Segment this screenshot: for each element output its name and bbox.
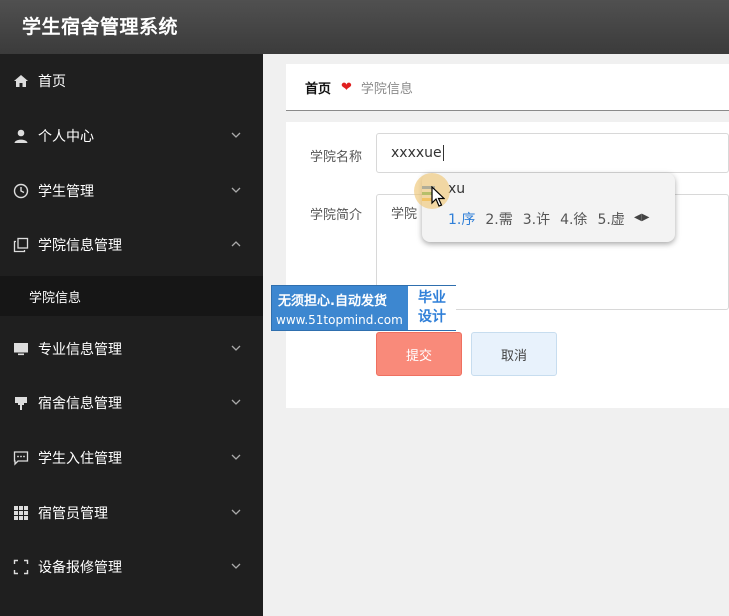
mouse-cursor-icon [431,186,445,207]
chevron-down-icon [231,187,241,193]
chevron-down-icon [231,399,241,405]
sidebar-item-dorm-managers[interactable]: 宿管员管理 [0,493,263,533]
pin-icon [12,394,30,412]
ime-candidate-list: 1.序 2.需 3.许 4.徐 5.虚 [448,209,625,229]
ime-candidate[interactable]: 3.许 [523,209,550,229]
top-header: 学生宿舍管理系统 [0,0,729,54]
user-icon [12,127,30,145]
cancel-button[interactable]: 取消 [471,332,557,376]
text-caret [442,145,444,161]
sidebar-item-students[interactable]: 学生管理 [0,171,263,211]
chat-icon [12,449,30,467]
chevron-down-icon [231,563,241,569]
sidebar-item-profile[interactable]: 个人中心 [0,116,263,156]
college-name-input[interactable]: xxxxue [376,133,729,173]
grid-icon [12,504,30,522]
sidebar-item-label: 学院信息管理 [38,238,122,254]
sidebar-item-label: 首页 [38,74,66,90]
monitor-icon [12,340,30,358]
sidebar-item-label: 宿管员管理 [38,506,108,522]
sidebar-item-dorm-info[interactable]: 宿舍信息管理 [0,383,263,423]
sidebar-item-home[interactable]: 首页 [0,61,263,101]
watermark-text: 无须担心.自动发货 [278,294,387,309]
fullscreen-icon [12,558,30,576]
ime-candidate[interactable]: 4.徐 [560,209,587,229]
sidebar-item-label: 宿舍信息管理 [38,396,122,412]
watermark-badge-line: 毕业 [418,290,446,306]
breadcrumb-home[interactable]: 首页 [305,78,331,97]
sidebar-item-major-info[interactable]: 专业信息管理 [0,329,263,369]
chevron-up-icon [231,241,241,247]
heart-icon: ❤ [341,79,352,95]
college-name-value: xxxxue [391,145,442,161]
college-intro-value: 学院 [391,207,418,222]
copy-icon [12,236,30,254]
college-name-label: 学院名称 [310,150,363,165]
sidebar-item-college-info[interactable]: 学院信息管理 [0,225,263,265]
ime-page-arrows-icon[interactable]: ◀▶ [634,212,649,223]
main-content: 首页 ❤ 学院信息 学院名称 xxxxue 学院简介 学院 提交 取消 [263,54,729,616]
ime-candidate[interactable]: 5.虚 [597,209,624,229]
chevron-down-icon [231,345,241,351]
breadcrumb-current: 学院信息 [360,81,413,97]
chevron-down-icon [231,509,241,515]
sidebar-subitem-college-info[interactable]: 学院信息 [0,276,263,316]
sidebar-item-label: 设备报修管理 [38,560,122,576]
sidebar-item-repairs[interactable]: 设备报修管理 [0,547,263,587]
submit-button[interactable]: 提交 [376,332,462,376]
sidebar-item-checkin[interactable]: 学生入住管理 [0,438,263,478]
ime-candidate-popup: xu 1.序 2.需 3.许 4.徐 5.虚 ◀▶ [422,173,675,242]
ime-candidate[interactable]: 2.需 [485,209,512,229]
sidebar-item-label: 学生管理 [38,184,94,200]
watermark-badge: 毕业 设计 [408,286,456,330]
college-form: 学院名称 xxxxue 学院简介 学院 提交 取消 [286,122,729,408]
chevron-down-icon [231,132,241,138]
breadcrumb: 首页 ❤ 学院信息 [286,64,729,111]
app-title: 学生宿舍管理系统 [22,16,179,38]
sidebar-item-label: 专业信息管理 [38,342,122,358]
chevron-down-icon [231,454,241,460]
sidebar: 首页 个人中心 学生管理 学院信息管理 学院信息 专业信息管理 宿舍信息管理 学… [0,54,263,616]
home-icon [12,72,30,90]
watermark-url: www.51topmind.com [276,313,403,327]
watermark-banner: 无须担心.自动发货 www.51topmind.com 毕业 设计 [271,285,456,331]
ime-candidate[interactable]: 1.序 [448,209,475,229]
watermark-badge-line: 设计 [418,309,446,325]
ime-composition: xu [448,181,466,197]
clock-icon [12,182,30,200]
sidebar-item-label: 学生入住管理 [38,451,122,467]
sidebar-item-label: 个人中心 [38,129,94,145]
college-intro-label: 学院简介 [310,208,363,223]
sidebar-subitem-label: 学院信息 [29,290,82,306]
